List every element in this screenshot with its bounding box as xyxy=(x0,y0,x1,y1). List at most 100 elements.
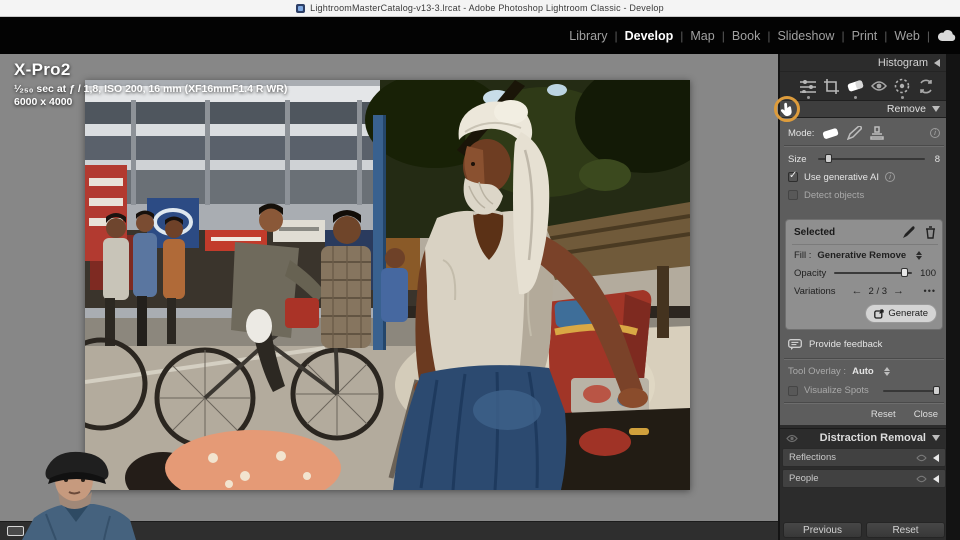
generative-ai-info-icon[interactable]: i xyxy=(885,172,895,182)
photo-info-overlay: X-Pro2 ¹⁄₂₅₀ sec at ƒ / 1,8, ISO 200, 16… xyxy=(14,60,287,108)
photo-street-scene xyxy=(85,80,690,490)
panel-scrollbar-gutter[interactable] xyxy=(946,54,960,540)
crop-tool[interactable] xyxy=(822,76,842,96)
people-label: People xyxy=(789,473,819,484)
generate-button[interactable]: Generate xyxy=(865,304,937,323)
variations-value: 2 / 3 xyxy=(869,286,888,297)
size-value: 8 xyxy=(935,154,940,165)
visualize-spots-checkbox[interactable] xyxy=(788,386,798,396)
tool-overlay-dropdown[interactable]: Auto xyxy=(852,366,874,377)
fill-label: Fill : xyxy=(794,250,811,261)
trash-icon[interactable] xyxy=(925,226,936,239)
opacity-slider[interactable] xyxy=(834,272,912,274)
expand-down-icon xyxy=(932,435,940,441)
drawer-close-button[interactable]: Close xyxy=(914,409,938,420)
module-map[interactable]: Map xyxy=(683,29,721,43)
remove-panel-header[interactable]: Remove xyxy=(780,100,948,118)
visualize-spots-label: Visualize Spots xyxy=(804,385,869,396)
detect-objects-label: Detect objects xyxy=(804,190,864,201)
expand-down-icon xyxy=(932,106,940,112)
people-row[interactable]: People xyxy=(782,469,946,488)
visualize-spots-thumb[interactable] xyxy=(933,386,940,395)
brush-icon[interactable] xyxy=(902,226,915,239)
sync-tool[interactable] xyxy=(916,76,936,96)
expand-left-icon[interactable] xyxy=(933,454,939,462)
remove-panel-title: Remove xyxy=(887,103,926,115)
lightroom-window: LightroomMasterCatalog-v13-3.lrcat - Ado… xyxy=(0,0,960,540)
previous-button[interactable]: Previous xyxy=(783,522,862,538)
camera-model: X-Pro2 xyxy=(14,60,287,80)
title-bar: LightroomMasterCatalog-v13-3.lrcat - Ado… xyxy=(0,0,960,17)
exposure-settings: ¹⁄₂₅₀ sec at ƒ / 1,8, ISO 200, 16 mm (XF… xyxy=(14,83,287,95)
fill-stepper-icon[interactable] xyxy=(916,251,922,260)
highlight-ring xyxy=(774,96,800,122)
module-slideshow[interactable]: Slideshow xyxy=(770,29,841,43)
develop-canvas: X-Pro2 ¹⁄₂₅₀ sec at ƒ / 1,8, ISO 200, 16… xyxy=(0,54,778,540)
mode-info-icon[interactable]: i xyxy=(930,128,940,138)
size-slider[interactable] xyxy=(818,158,924,160)
drawer-reset-button[interactable]: Reset xyxy=(871,409,896,420)
expand-left-icon[interactable] xyxy=(933,475,939,483)
red-eye-tool[interactable] xyxy=(869,76,889,96)
tool-overlay-stepper-icon[interactable] xyxy=(884,367,890,376)
tool-overlay-label: Tool Overlay : xyxy=(788,366,846,377)
eye-toggle-icon[interactable] xyxy=(916,454,927,462)
opacity-label: Opacity xyxy=(794,268,826,279)
feedback-bubble-icon xyxy=(788,339,802,350)
module-web[interactable]: Web xyxy=(887,29,926,43)
use-generative-ai-checkbox[interactable] xyxy=(788,172,798,182)
opacity-value: 100 xyxy=(920,268,936,279)
use-generative-ai-label: Use generative AI xyxy=(804,172,879,183)
panel-footer: Previous Reset xyxy=(780,520,948,540)
presenter-webcam-overlay xyxy=(6,448,144,540)
detect-objects-checkbox[interactable] xyxy=(788,190,798,200)
fill-mode-dropdown[interactable]: Generative Remove xyxy=(817,250,906,261)
tool-strip xyxy=(780,72,948,100)
module-library[interactable]: Library xyxy=(562,29,614,43)
size-label: Size xyxy=(788,154,806,165)
remove-tool[interactable] xyxy=(845,76,865,96)
photo-canvas[interactable] xyxy=(85,80,690,490)
edit-sliders-tool[interactable] xyxy=(798,76,818,96)
selected-spot-box: Selected Fill : Generative Remove Opacit… xyxy=(785,219,943,330)
nav-separator: | xyxy=(927,29,930,43)
window-title: LightroomMasterCatalog-v13-3.lrcat - Ado… xyxy=(310,3,664,13)
generate-icon xyxy=(874,309,884,319)
reflections-label: Reflections xyxy=(789,452,836,463)
image-dimensions: 6000 x 4000 xyxy=(14,96,287,108)
hand-cursor-icon xyxy=(780,102,794,117)
mode-eraser-icon[interactable] xyxy=(822,127,839,140)
mode-label: Mode: xyxy=(788,128,814,139)
masking-tool[interactable] xyxy=(892,76,912,96)
right-panel: Histogram xyxy=(778,54,946,540)
distraction-removal-header[interactable]: Distraction Removal xyxy=(780,428,948,447)
mode-clone-stamp-icon[interactable] xyxy=(870,126,884,140)
generate-label: Generate xyxy=(888,308,928,319)
cloud-sync-icon[interactable] xyxy=(936,29,958,42)
reset-button[interactable]: Reset xyxy=(866,522,945,538)
histogram-label: Histogram xyxy=(878,57,928,69)
module-book[interactable]: Book xyxy=(725,29,768,43)
collapse-left-icon xyxy=(934,59,940,67)
module-develop[interactable]: Develop xyxy=(618,29,681,43)
size-slider-thumb[interactable] xyxy=(825,154,832,163)
distraction-removal-title: Distraction Removal xyxy=(820,432,926,444)
opacity-slider-thumb[interactable] xyxy=(901,268,908,277)
red-box xyxy=(285,298,319,328)
visualize-spots-slider[interactable] xyxy=(883,390,940,392)
provide-feedback-link[interactable]: Provide feedback xyxy=(809,339,882,350)
variations-more-icon[interactable]: ••• xyxy=(924,286,936,296)
histogram-panel-header[interactable]: Histogram xyxy=(780,54,948,72)
remove-tool-drawer: Mode: i Size 8 Use generative AI i xyxy=(780,118,948,425)
mode-heal-brush-icon[interactable] xyxy=(847,126,862,140)
variations-label: Variations xyxy=(794,286,836,297)
module-print[interactable]: Print xyxy=(845,29,885,43)
selected-title: Selected xyxy=(794,227,835,238)
variation-next-arrow[interactable]: → xyxy=(893,285,904,297)
variation-prev-arrow[interactable]: ← xyxy=(852,285,863,297)
reflections-row[interactable]: Reflections xyxy=(782,448,946,467)
module-picker: Library | Develop | Map | Book | Slidesh… xyxy=(0,17,960,54)
app-icon xyxy=(296,4,305,13)
panel-eye-icon[interactable] xyxy=(786,434,798,443)
eye-toggle-icon[interactable] xyxy=(916,475,927,483)
